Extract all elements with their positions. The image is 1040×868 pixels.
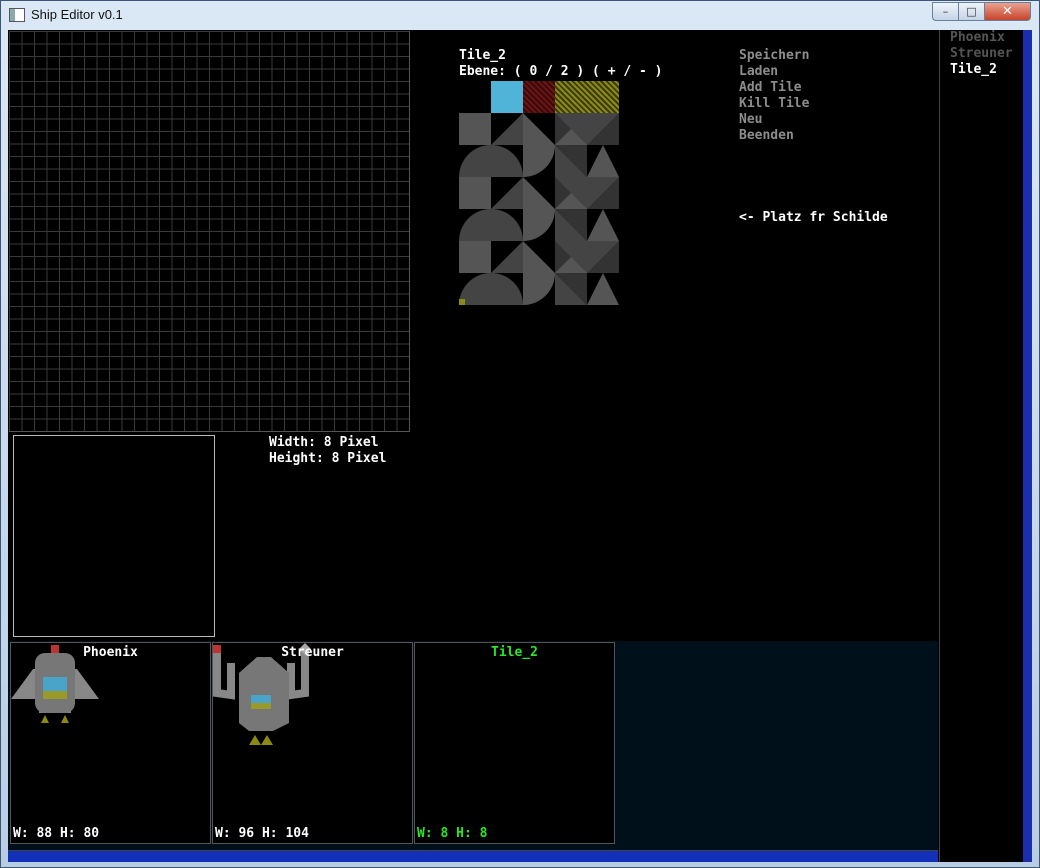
card-dimensions: W: 8 H: 8	[417, 826, 488, 841]
ship-card-streuner[interactable]: Streuner W: 96 H: 104	[212, 642, 413, 844]
close-button[interactable]: ✕	[984, 2, 1031, 21]
ship-card-phoenix[interactable]: Phoenix W: 88 H: 80	[10, 642, 211, 844]
card-dimensions: W: 88 H: 80	[13, 826, 100, 841]
ship-list-item[interactable]: Tile_2	[950, 62, 997, 77]
menu-load[interactable]: Laden	[739, 64, 778, 79]
card-dimensions: W: 96 H: 104	[215, 826, 309, 841]
ship-list-item[interactable]: Streuner	[950, 46, 1013, 61]
shield-note: <- Platz fr Schilde	[739, 210, 888, 225]
width-label: Width: 8 Pixel	[269, 435, 379, 450]
window-title: Ship Editor v0.1	[31, 7, 123, 22]
card-name: Streuner	[281, 645, 344, 660]
menu-save[interactable]: Speichern	[739, 48, 809, 63]
menu-exit[interactable]: Beenden	[739, 128, 794, 143]
pixel-grid[interactable]	[9, 31, 410, 432]
title-bar[interactable]: Ship Editor v0.1 – □ ✕	[1, 1, 1039, 29]
height-label: Height: 8 Pixel	[269, 451, 387, 466]
app-window: Ship Editor v0.1 – □ ✕ Width: 8 Pixel He…	[0, 0, 1040, 868]
scrollbar-thumb[interactable]	[1023, 30, 1032, 235]
layer-control[interactable]: Ebene: ( 0 / 2 ) ( + / - )	[459, 64, 663, 79]
editor-canvas: Width: 8 Pixel Height: 8 Pixel Tile_2 Eb…	[8, 30, 1032, 862]
menu-kill-tile[interactable]: Kill Tile	[739, 96, 809, 111]
minimize-button[interactable]: –	[932, 2, 959, 21]
color-swatch-cyan[interactable]	[491, 81, 523, 113]
card-name: Tile_2	[491, 645, 538, 660]
app-icon	[9, 8, 25, 22]
scrollbar[interactable]	[1023, 30, 1032, 862]
ship-card-tile-2[interactable]: Tile_2 W: 8 H: 8	[414, 642, 615, 844]
ship-list-item[interactable]: Phoenix	[950, 30, 1005, 45]
menu-add-tile[interactable]: Add Tile	[739, 80, 802, 95]
shape-tiles[interactable]	[459, 113, 619, 305]
card-name: Phoenix	[83, 645, 138, 660]
menu-new[interactable]: Neu	[739, 112, 762, 127]
color-swatch-red[interactable]	[523, 81, 555, 113]
tile-preview	[13, 435, 215, 637]
tile-name-label: Tile_2	[459, 48, 506, 63]
ship-list: Phoenix Streuner Tile_2	[939, 30, 1024, 862]
status-bar	[8, 850, 938, 862]
color-swatch-yellow[interactable]	[555, 81, 619, 113]
maximize-button[interactable]: □	[958, 2, 985, 21]
